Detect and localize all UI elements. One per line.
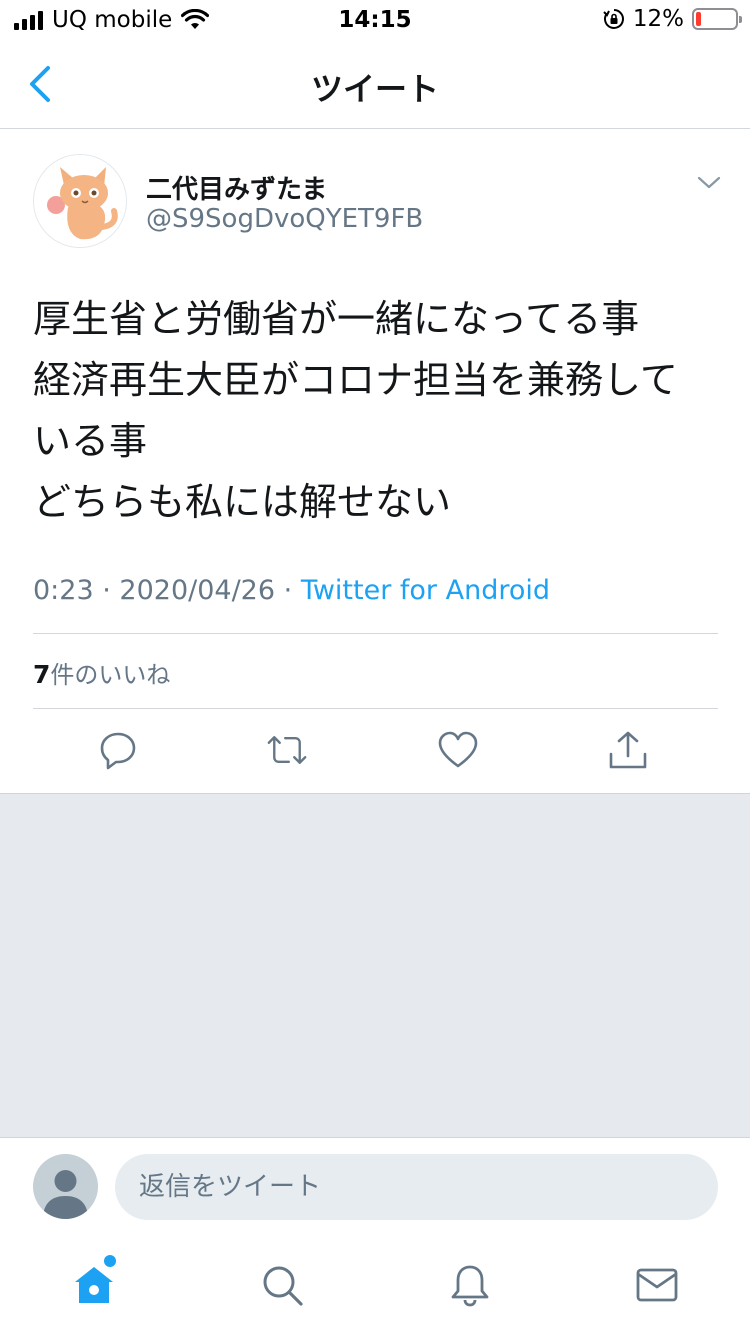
share-icon[interactable] (608, 730, 648, 770)
meta-separator: · (102, 575, 111, 606)
empty-replies-area (0, 793, 750, 1138)
my-avatar[interactable] (33, 1154, 98, 1219)
like-icon[interactable] (438, 730, 478, 770)
home-icon[interactable] (72, 1263, 116, 1307)
cat-avatar-image (34, 155, 126, 247)
status-bar: UQ mobile 14:15 12% (0, 0, 750, 40)
messages-icon[interactable] (635, 1263, 679, 1307)
orientation-lock-icon (603, 9, 624, 29)
user-handle[interactable]: @S9SogDvoQYET9FB (146, 204, 423, 234)
battery-percent: 12% (632, 6, 684, 32)
tweet-text: 厚生省と労働省が一緒になってる事 経済再生大臣がコロナ担当を兼務して いる事 ど… (33, 289, 733, 533)
nav-bar: ツイート (0, 40, 750, 129)
battery-fill (696, 12, 701, 26)
tweet-text-line: どちらも私には解せない (33, 480, 452, 524)
tweet-source-link[interactable]: Twitter for Android (301, 575, 550, 606)
page-title: ツイート (310, 70, 439, 108)
reply-input[interactable] (115, 1154, 718, 1220)
tweet-date: 2020/04/26 (119, 575, 276, 606)
reply-icon[interactable] (98, 730, 138, 770)
likes-count-link[interactable]: 7件のいいね (33, 655, 170, 690)
likes-count: 7 (33, 660, 51, 689)
tweet-text-line: 厚生省と労働省が一緒になってる事 (33, 297, 640, 341)
status-right: 12% (603, 6, 742, 32)
tweet-time: 0:23 (33, 575, 94, 606)
tweet-meta: 0:23 · 2020/04/26 · Twitter for Android (33, 575, 550, 606)
tweet-text-line: いる事 (33, 419, 148, 463)
battery-icon (692, 8, 742, 30)
divider (33, 708, 718, 709)
display-name[interactable]: 二代目みずたま (146, 169, 327, 206)
notifications-icon[interactable] (448, 1263, 492, 1307)
avatar[interactable] (33, 154, 127, 248)
divider (33, 633, 718, 634)
tweet-text-line: 経済再生大臣がコロナ担当を兼務して (33, 358, 678, 402)
likes-label: 件のいいね (50, 661, 171, 689)
retweet-icon[interactable] (267, 730, 307, 770)
new-items-indicator (104, 1255, 116, 1267)
chevron-down-icon[interactable] (696, 172, 722, 192)
meta-separator: · (283, 575, 293, 606)
default-profile-icon (43, 1170, 88, 1219)
search-icon[interactable] (260, 1263, 304, 1307)
